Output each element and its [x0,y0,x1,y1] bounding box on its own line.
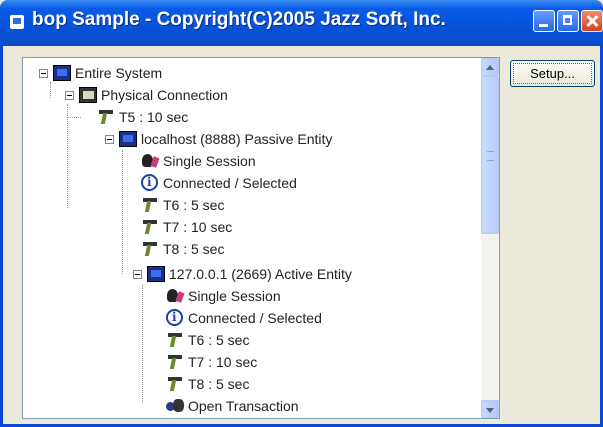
session-icon [166,288,184,304]
timer-icon [141,197,159,213]
window-title: bop Sample - Copyright(C)2005 Jazz Soft,… [32,9,446,30]
timer-icon [166,354,184,370]
info-icon [141,172,158,192]
tree-line [50,82,51,98]
timer-icon [166,332,184,348]
app-window: bop Sample - Copyright(C)2005 Jazz Soft,… [0,0,603,427]
vertical-scrollbar[interactable] [481,58,499,418]
minimize-button[interactable] [533,10,555,32]
timer-icon [97,109,115,125]
tree-content: Entire System Physical Connection T5 : 1… [23,58,481,418]
monitor-icon [53,65,71,81]
tree-line [122,150,123,274]
tree-line [67,117,81,118]
info-icon [166,307,183,327]
tree-line [67,104,68,208]
timer-icon [166,376,184,392]
collapse-toggle[interactable] [39,69,48,78]
app-icon[interactable] [10,15,24,29]
tree-view[interactable]: Entire System Physical Connection T5 : 1… [22,57,500,419]
setup-button[interactable]: Setup... [510,60,595,87]
timer-icon [141,219,159,235]
transaction-icon [166,398,184,414]
scroll-down-button[interactable] [481,400,499,418]
session-icon [141,153,159,169]
monitor-icon [119,131,137,147]
tree-line [142,285,143,403]
maximize-button[interactable] [557,10,579,32]
scroll-up-button[interactable] [481,58,499,76]
scroll-thumb[interactable] [481,76,499,234]
timer-icon [141,241,159,257]
connection-icon [79,87,97,103]
collapse-toggle[interactable] [65,91,74,100]
close-button[interactable] [581,10,603,32]
collapse-toggle[interactable] [133,270,142,279]
collapse-toggle[interactable] [105,135,114,144]
title-bar[interactable]: bop Sample - Copyright(C)2005 Jazz Soft,… [0,0,603,46]
monitor-icon [147,266,165,282]
